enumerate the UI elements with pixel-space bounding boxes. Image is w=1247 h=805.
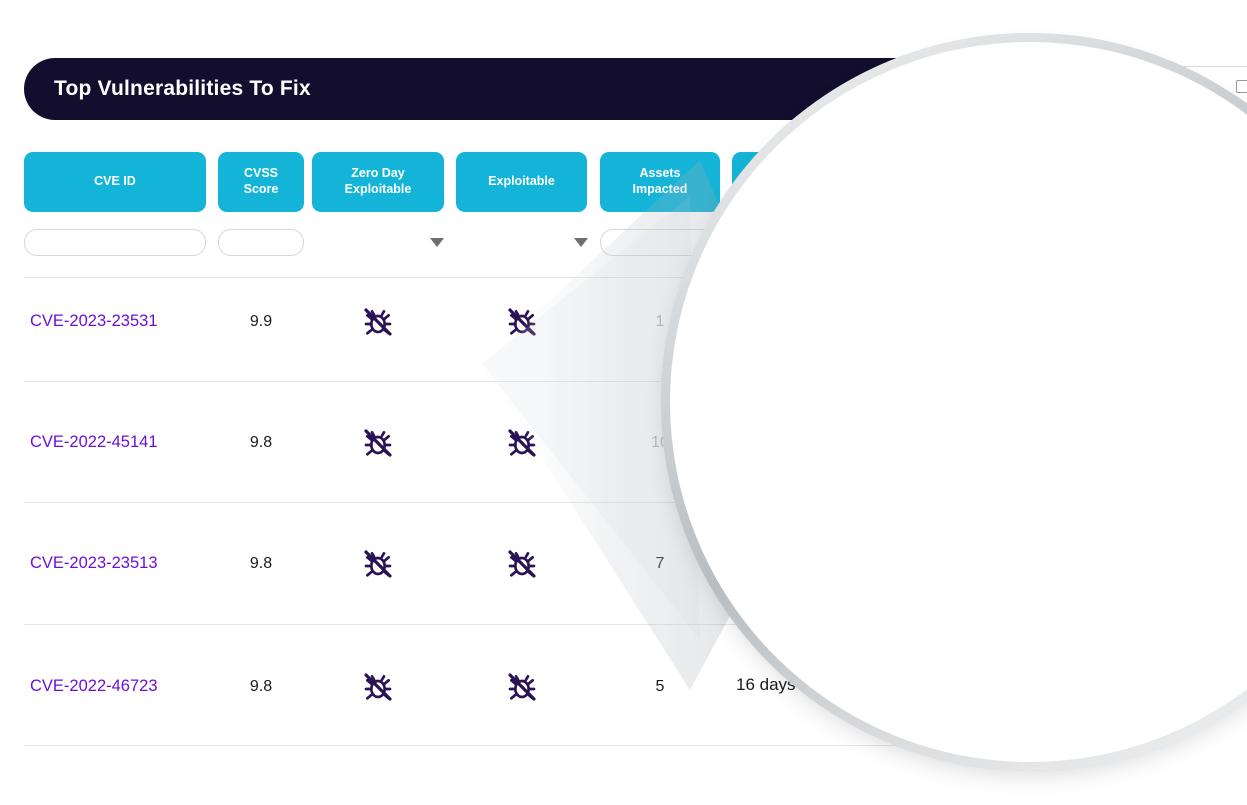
bug-off-icon [508,308,536,336]
filter-select-zero-day-caret-icon[interactable] [430,238,444,247]
magnifier-lens-content: Top Vulnerabilities To Fix Date Range Hi… [670,42,1247,762]
cve-link[interactable]: CVE-2023-23531 [30,312,158,331]
column-header-label: CVSS Score [243,166,279,196]
cvss-value: 9.8 [249,434,273,451]
column-header-label: Exploitable [488,174,555,189]
column-header-zero-day-exploitable[interactable]: Zero Day Exploitable [312,152,444,212]
filter-select-exploitable-caret-icon[interactable] [574,238,588,247]
cve-link[interactable]: CVE-2023-23513 [30,554,158,573]
column-header-label: CVE ID [94,174,136,189]
row-divider [670,602,978,604]
page-title: Top Vulnerabilities To Fix [54,77,311,100]
cvss-value: 9.8 [249,678,273,695]
bug-off-icon [364,673,392,701]
bug-off-icon [364,550,392,578]
vulnerability-dashboard: Top Vulnerabilities To Fix Date Range Hi… [670,42,1247,762]
row-divider [670,360,978,362]
bug-off-icon [364,308,392,336]
column-header-cve-id[interactable]: CVE ID [24,152,206,212]
column-header-exploitable[interactable]: Exploitable [456,152,587,212]
bug-off-icon [508,673,536,701]
column-header-cvss-score[interactable]: CVSS Score [218,152,304,212]
column-header-label: Zero Day Exploitable [344,166,412,196]
magnifier-lens: Top Vulnerabilities To Fix Date Range Hi… [670,42,1247,762]
bug-off-icon [364,429,392,457]
bug-off-icon [508,550,536,578]
filter-input-extra[interactable] [670,56,674,110]
cvss-value: 9.9 [249,313,273,330]
bug-off-icon [508,429,536,457]
screenshot-root: Top Vulnerabilities To Fix Date Range Hi… [0,0,1247,805]
cve-link[interactable]: CVE-2022-46723 [30,677,158,696]
row-divider [670,152,978,154]
cve-link[interactable]: CVE-2022-45141 [30,433,158,452]
cvss-value: 9.8 [249,555,273,572]
filter-input-cvss-score[interactable] [218,229,304,256]
filter-input-cve-id[interactable] [24,229,206,256]
